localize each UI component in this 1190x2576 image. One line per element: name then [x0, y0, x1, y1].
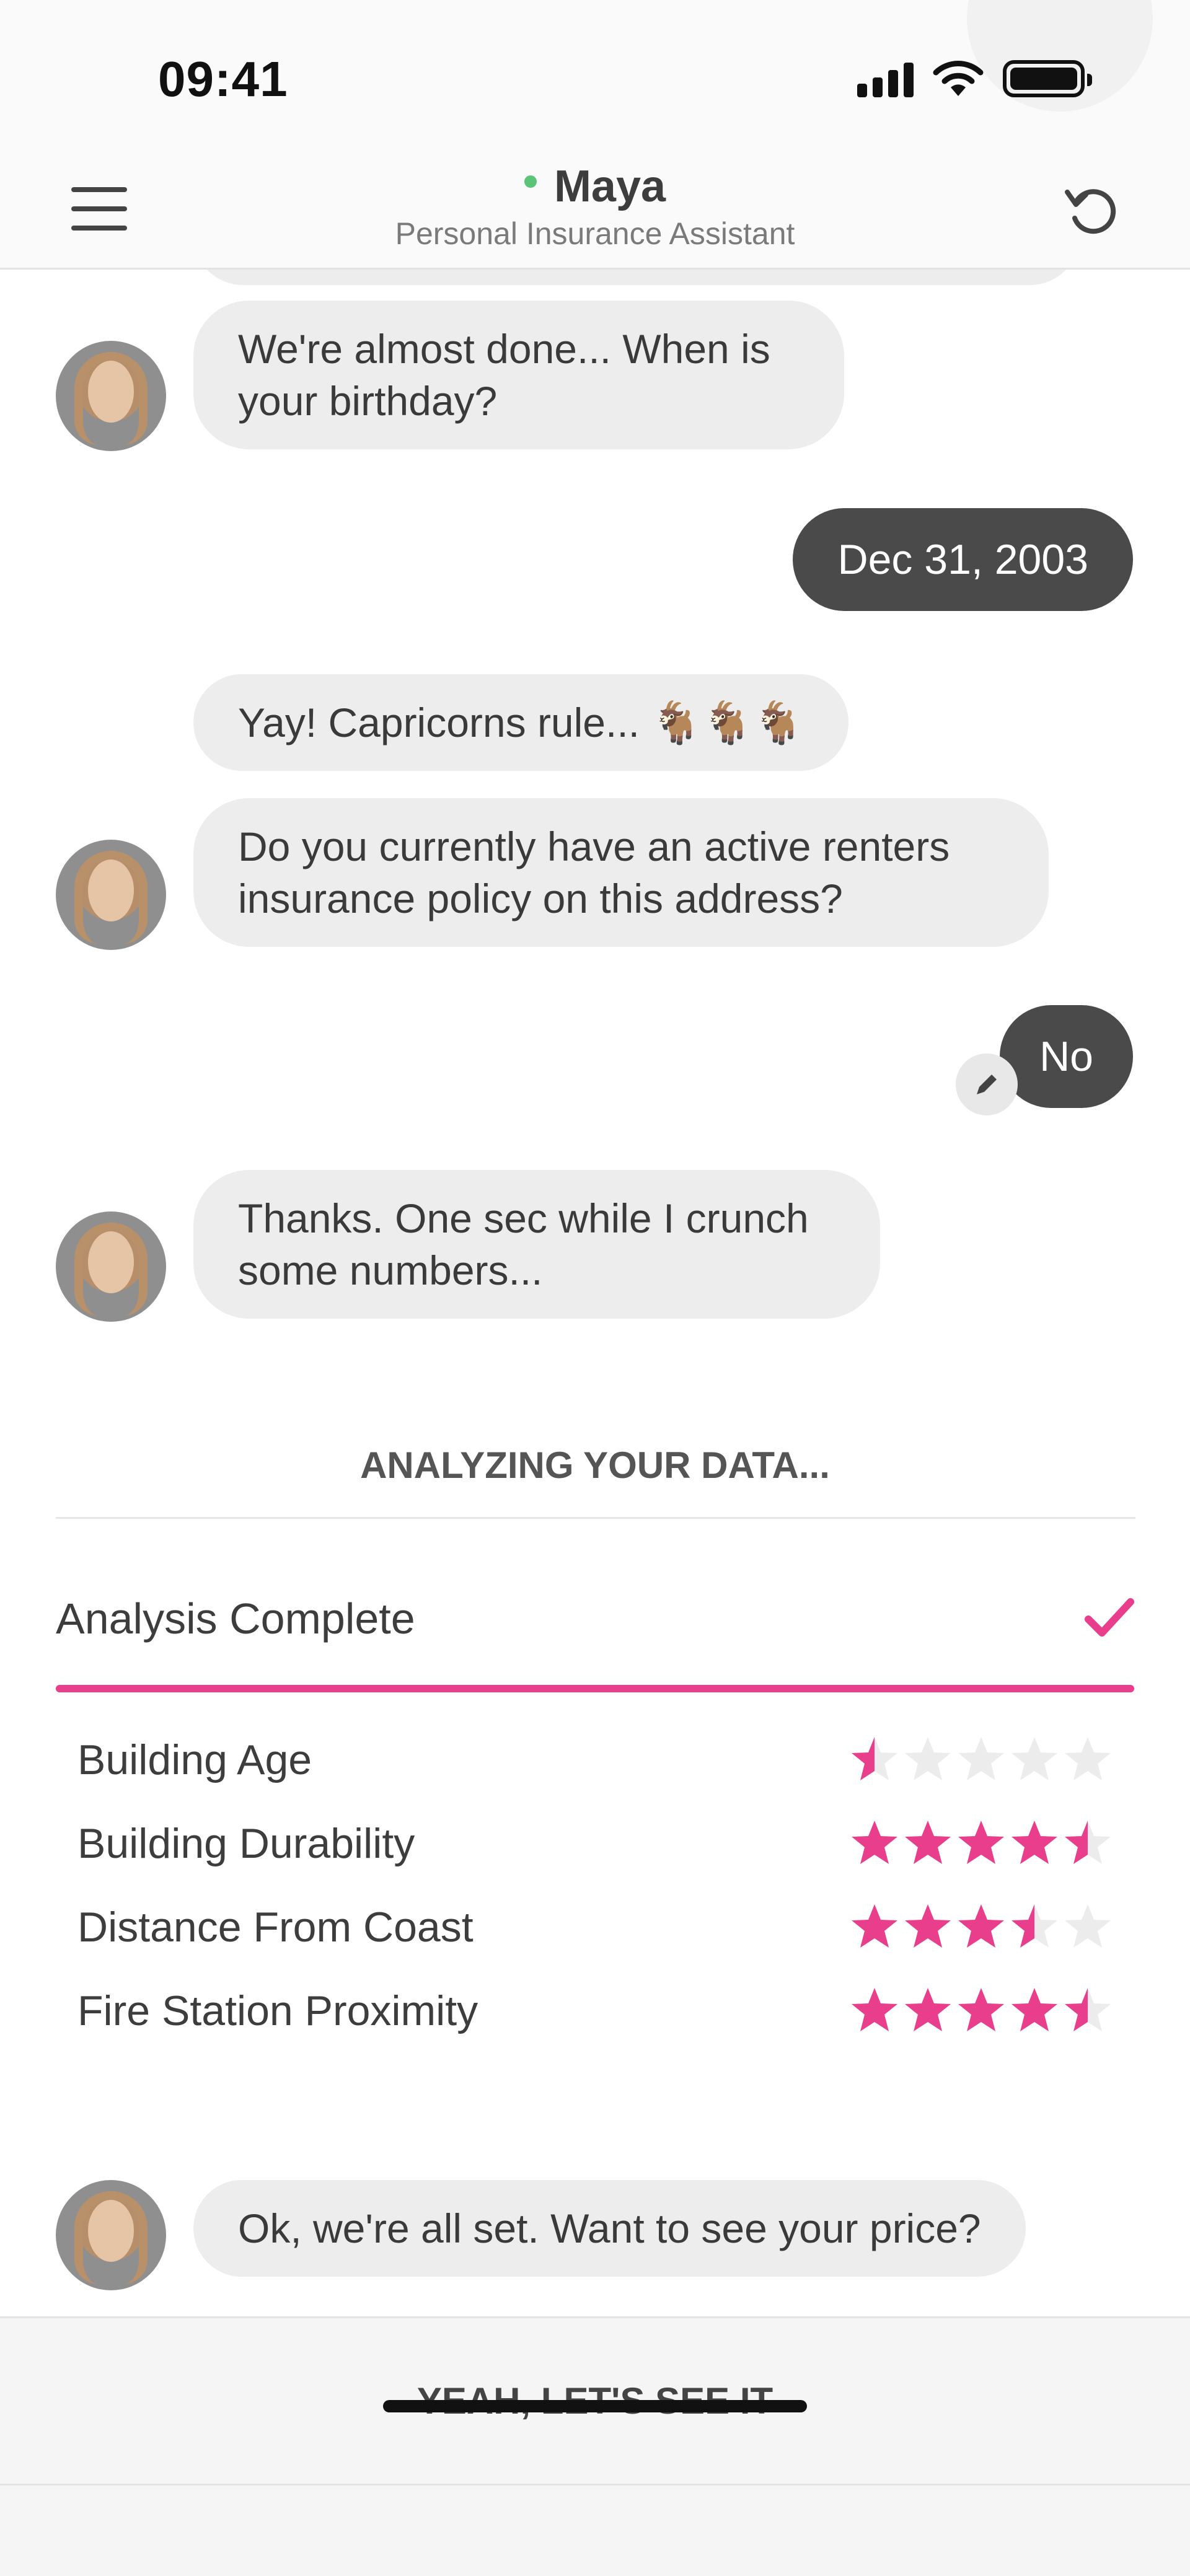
check-icon [1085, 1598, 1134, 1637]
pencil-icon[interactable] [956, 1053, 1018, 1115]
user-message: Dec 31, 2003 [793, 508, 1133, 611]
agent-name-row: Maya [0, 161, 1190, 212]
agent-role: Personal Insurance Assistant [395, 216, 795, 251]
bot-message: Ok, we're all set. Want to see your pric… [193, 2180, 1026, 2277]
rating-label: Fire Station Proximity [77, 1987, 478, 2034]
bot-message: Thanks. One sec while I crunch some numb… [193, 1170, 880, 1319]
star-icon [958, 1821, 1004, 1864]
online-status-icon [524, 175, 537, 188]
status-time: 09:41 [158, 51, 288, 107]
star-icon [852, 1904, 897, 1948]
star-icon [1011, 1904, 1057, 1948]
rating-label: Building Durability [77, 1820, 415, 1867]
star-icon [1011, 1988, 1057, 2031]
bot-message: Do you currently have an active renters … [193, 798, 1049, 947]
wifi-icon [933, 61, 984, 96]
star-icon [905, 1821, 951, 1864]
divider [56, 1517, 1135, 1519]
star-icon [1011, 1821, 1057, 1864]
star-rating [850, 1818, 1113, 1868]
cta-panel: YEAH, LET'S SEE IT [0, 2316, 1190, 2576]
user-message: No [1000, 1005, 1133, 1108]
status-bar: 09:41 [0, 0, 1190, 149]
star-icon [1065, 1904, 1111, 1948]
rating-row: Building Durability [77, 1816, 1113, 1871]
star-icon [1011, 1737, 1057, 1780]
star-icon [905, 1737, 951, 1780]
star-icon [905, 1988, 951, 2031]
analysis-status: Analysis Complete [56, 1594, 415, 1643]
star-rating [850, 1734, 1113, 1784]
restart-icon[interactable] [1061, 178, 1123, 240]
avatar [56, 341, 166, 451]
cellular-signal-icon [857, 60, 914, 97]
star-icon [852, 1988, 897, 2031]
bot-message: We're almost done... When is your birthd… [193, 301, 844, 449]
avatar [56, 840, 166, 950]
star-rating [850, 1902, 1113, 1951]
status-icons [857, 59, 1092, 99]
bot-message: Yay! Capricorns rule... 🐐🐐🐐 [193, 674, 848, 771]
battery-icon [1003, 60, 1092, 97]
star-icon [852, 1737, 897, 1780]
home-indicator [383, 2400, 807, 2412]
star-icon [958, 1988, 1004, 2031]
progress-fill [56, 1685, 1134, 1692]
rating-label: Distance From Coast [77, 1904, 474, 1951]
rating-row: Fire Station Proximity [77, 1983, 1113, 2039]
rating-row: Distance From Coast [77, 1899, 1113, 1955]
avatar [56, 2180, 166, 2290]
rating-label: Building Age [77, 1736, 312, 1783]
star-icon [1065, 1821, 1111, 1864]
analysis-title: ANALYZING YOUR DATA... [360, 1444, 830, 1486]
rating-row: Building Age [77, 1732, 1113, 1788]
star-icon [1065, 1988, 1111, 2031]
agent-name: Maya [553, 162, 666, 211]
star-icon [905, 1904, 951, 1948]
star-rating [850, 1985, 1113, 2035]
pencil-glyph [977, 1075, 997, 1094]
avatar [56, 1211, 166, 1322]
chat-header: Maya Personal Insurance Assistant [0, 149, 1190, 270]
analysis-progress-bar [56, 1685, 1134, 1692]
star-icon [958, 1737, 1004, 1780]
star-icon [852, 1821, 897, 1864]
star-icon [1065, 1737, 1111, 1780]
star-icon [958, 1904, 1004, 1948]
